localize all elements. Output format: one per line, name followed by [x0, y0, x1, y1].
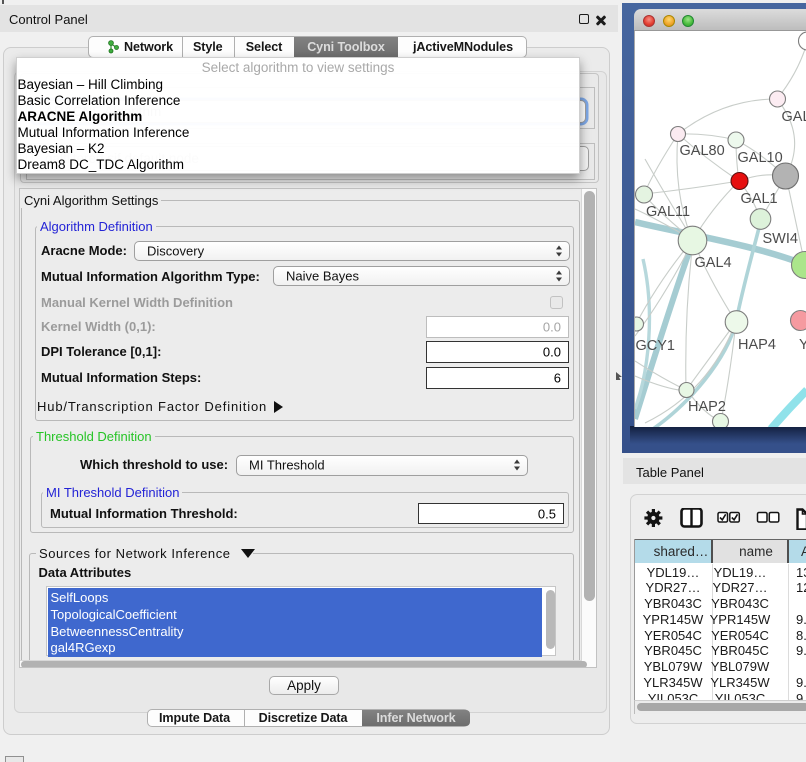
svg-text:HAP2: HAP2: [688, 399, 726, 415]
svg-text:Y: Y: [799, 337, 806, 353]
svg-text:GAL10: GAL10: [738, 150, 783, 166]
svg-text:GAL11: GAL11: [646, 204, 690, 220]
svg-text:GCY1: GCY1: [636, 338, 676, 354]
svg-text:GAL: GAL: [782, 109, 806, 125]
svg-text:GAL1: GAL1: [741, 191, 778, 207]
svg-text:GAL4: GAL4: [695, 255, 732, 271]
svg-text:SWI4: SWI4: [763, 231, 798, 247]
svg-text:HAP4: HAP4: [738, 337, 776, 353]
svg-text:GAL80: GAL80: [680, 143, 725, 159]
